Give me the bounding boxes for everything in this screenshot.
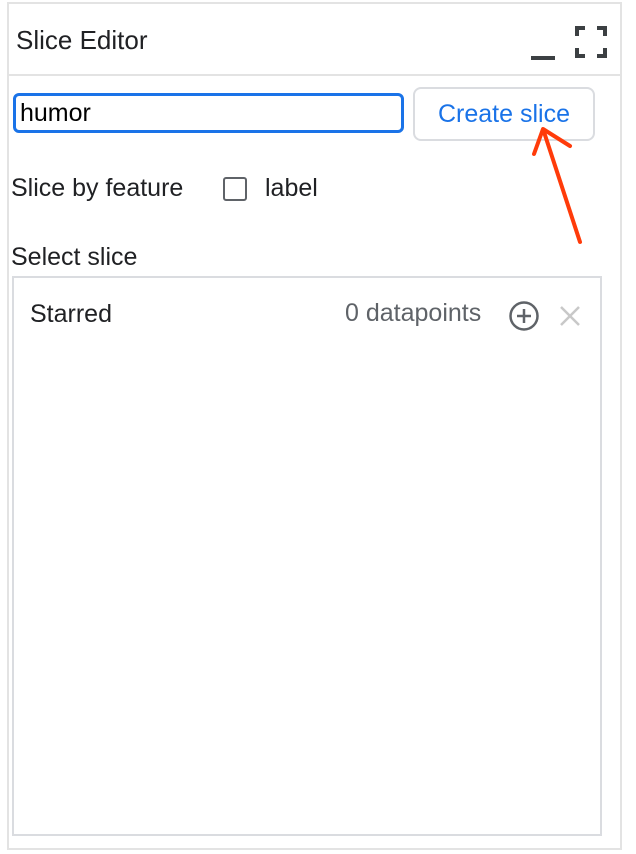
slice-row-starred[interactable]: Starred 0 datapoints — [14, 290, 600, 338]
create-slice-button[interactable]: Create slice — [413, 87, 595, 141]
slice-datapoint-count: 0 datapoints — [345, 299, 482, 327]
close-icon — [560, 306, 580, 326]
feature-checkbox-text: label — [265, 174, 318, 202]
fullscreen-icon — [575, 26, 607, 58]
delete-slice-button[interactable] — [557, 303, 583, 329]
slice-by-feature-label: Slice by feature — [11, 174, 184, 202]
feature-checkbox-label[interactable] — [223, 177, 247, 201]
fullscreen-button[interactable] — [575, 26, 607, 58]
minimize-icon — [531, 56, 555, 60]
minimize-button[interactable] — [528, 24, 558, 64]
add-to-slice-button[interactable] — [508, 300, 540, 332]
slice-by-feature-row: Slice by feature label — [11, 172, 601, 208]
add-circle-icon — [509, 301, 539, 331]
slice-name: Starred — [30, 300, 112, 328]
panel-header: Slice Editor — [9, 4, 620, 76]
panel-title: Slice Editor — [16, 25, 148, 55]
slice-list: Starred 0 datapoints — [12, 276, 602, 836]
slice-name-input[interactable] — [13, 93, 404, 133]
select-slice-label: Select slice — [11, 243, 138, 271]
